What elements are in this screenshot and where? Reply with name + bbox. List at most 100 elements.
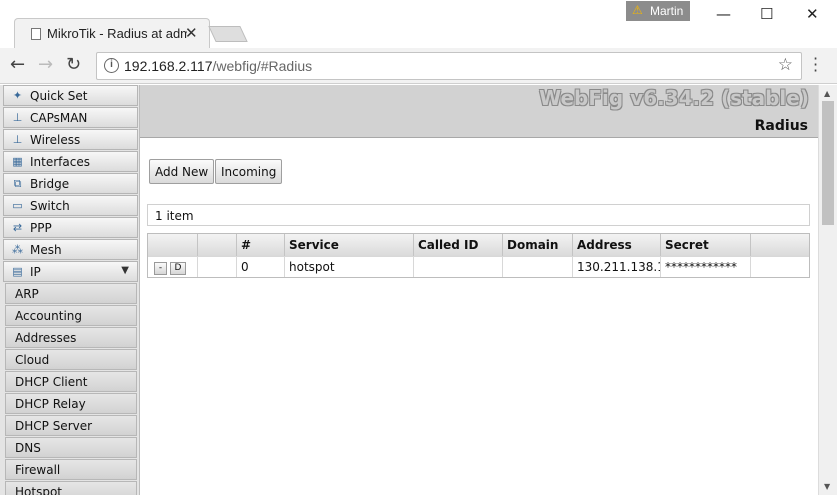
bridge-icon: ⧉ (13, 177, 22, 190)
profile-name: Martin (650, 4, 684, 18)
table-header-domain[interactable]: Domain (503, 234, 573, 256)
sidebar-item-switch[interactable]: ▭ Switch (3, 195, 138, 216)
ppp-icon: ⇄ (12, 221, 23, 234)
profile-button[interactable]: ⚠ Martin (626, 1, 690, 21)
submenu-item-label: Addresses (15, 331, 77, 345)
interfaces-icon: ▦ (12, 155, 23, 168)
close-tab-icon[interactable]: ✕ (185, 24, 198, 42)
submenu-item-label: DNS (15, 441, 41, 455)
antenna-icon: ⊥ (12, 133, 23, 146)
sidebar-item-label: Quick Set (30, 89, 88, 103)
table-header-called-id[interactable]: Called ID (414, 234, 503, 256)
switch-icon: ▭ (12, 199, 23, 212)
sidebar-item-wireless[interactable]: ⊥ Wireless (3, 129, 138, 150)
sidebar-item-bridge[interactable]: ⧉ Bridge (3, 173, 138, 194)
warning-icon: ⚠ (632, 3, 643, 17)
submenu-item-addresses[interactable]: Addresses (5, 327, 137, 348)
submenu-item-hotspot[interactable]: Hotspot (5, 481, 137, 495)
submenu-item-label: Firewall (15, 463, 61, 477)
add-new-button[interactable]: Add New (149, 159, 215, 184)
table-cell-service[interactable]: hotspot (285, 256, 414, 277)
scroll-down-icon[interactable]: ▼ (824, 482, 830, 491)
submenu-item-dns[interactable]: DNS (5, 437, 137, 458)
submenu-item-arp[interactable]: ARP (5, 283, 137, 304)
table-header-flags (198, 234, 237, 256)
mesh-icon: ⁂ (12, 243, 23, 256)
reload-icon[interactable]: ↻ (66, 54, 81, 75)
sidebar-item-label: Bridge (30, 177, 70, 191)
minimize-button[interactable]: — (716, 5, 731, 23)
browser-tab[interactable]: MikroTik - Radius at admin@ ✕ (14, 18, 210, 48)
incoming-button[interactable]: Incoming (215, 159, 283, 184)
back-arrow-icon[interactable]: ← (10, 54, 25, 75)
table-cell-address[interactable]: 130.211.138.16 (573, 256, 661, 277)
table-header-actions (148, 234, 198, 256)
submenu-item-dhcp-client[interactable]: DHCP Client (5, 371, 137, 392)
table-cell-flags[interactable] (198, 256, 237, 277)
item-count: 1 item (147, 204, 810, 226)
sidebar-item-label: Wireless (30, 133, 81, 147)
page-scrollbar[interactable]: ▲ ▼ (818, 85, 837, 495)
remove-row-button[interactable]: - (154, 262, 167, 275)
sidebar-item-ppp[interactable]: ⇄ PPP (3, 217, 138, 238)
sidebar-item-label: CAPsMAN (30, 111, 88, 125)
table-cell-secret[interactable]: ************ (661, 256, 751, 277)
ip-icon: ▤ (12, 265, 23, 278)
submenu-item-firewall[interactable]: Firewall (5, 459, 137, 480)
table-cell-domain[interactable] (503, 256, 573, 277)
browser-menu-icon[interactable]: · · · (813, 51, 818, 79)
sidebar-item-label: Mesh (30, 243, 62, 257)
submenu-item-label: DHCP Client (15, 375, 88, 389)
sidebar: ✦ Quick Set ⊥ CAPsMAN ⊥ Wireless ▦ Inter… (0, 85, 140, 495)
webfig-page: ✦ Quick Set ⊥ CAPsMAN ⊥ Wireless ▦ Inter… (0, 85, 837, 495)
table-cell-number[interactable]: 0 (237, 256, 285, 277)
main-content: WebFig v6.34.2 (stable) Radius Add New I… (140, 85, 818, 495)
sidebar-item-ip[interactable]: ▤ IP ▼ (3, 261, 138, 282)
submenu-item-dhcp-relay[interactable]: DHCP Relay (5, 393, 137, 414)
page-header: WebFig v6.34.2 (stable) Radius (140, 85, 818, 138)
sidebar-item-interfaces[interactable]: ▦ Interfaces (3, 151, 138, 172)
sidebar-item-label: PPP (30, 221, 52, 235)
browser-toolbar: ← → ↻ i 192.168.2.117/webfig/#Radius ☆ ·… (0, 48, 837, 84)
submenu-item-label: Accounting (15, 309, 83, 323)
sidebar-item-capsman[interactable]: ⊥ CAPsMAN (3, 107, 138, 128)
close-window-button[interactable]: ✕ (806, 5, 819, 23)
tab-title: MikroTik - Radius at admin@ (47, 26, 187, 41)
info-icon[interactable]: i (104, 58, 119, 73)
url-path: /webfig/#Radius (212, 58, 313, 74)
table-header-number[interactable]: # (237, 234, 285, 256)
page-title: Radius (754, 118, 808, 134)
url-host: 192.168.2.117 (124, 58, 213, 74)
disable-row-button[interactable]: D (170, 262, 186, 275)
table-cell-spacer (751, 256, 809, 277)
browser-titlebar: MikroTik - Radius at admin@ ✕ ⚠ Martin —… (0, 0, 837, 48)
sidebar-item-quick-set[interactable]: ✦ Quick Set (3, 85, 138, 106)
wand-icon: ✦ (12, 89, 23, 102)
page-icon (31, 28, 41, 40)
new-tab-button[interactable] (208, 26, 248, 42)
submenu-item-accounting[interactable]: Accounting (5, 305, 137, 326)
forward-arrow-icon[interactable]: → (38, 54, 53, 75)
submenu-item-label: Cloud (15, 353, 50, 367)
submenu-item-label: Hotspot (15, 485, 62, 495)
table-header-spacer (751, 234, 809, 256)
submenu-item-cloud[interactable]: Cloud (5, 349, 137, 370)
scroll-thumb[interactable] (822, 101, 834, 225)
submenu-item-label: DHCP Relay (15, 397, 86, 411)
sidebar-item-label: Interfaces (30, 155, 90, 169)
table-header-service[interactable]: Service (285, 234, 414, 256)
maximize-button[interactable]: ☐ (760, 5, 773, 23)
bookmark-star-icon[interactable]: ☆ (778, 55, 793, 75)
url-text: 192.168.2.117/webfig/#Radius (124, 58, 312, 74)
chevron-down-icon: ▼ (121, 265, 129, 276)
scroll-up-icon[interactable]: ▲ (824, 89, 830, 98)
radius-table: # Service Called ID Domain Address Secre… (147, 233, 810, 278)
submenu-item-label: ARP (15, 287, 39, 301)
sidebar-item-label: IP (30, 265, 41, 279)
table-header-secret[interactable]: Secret (661, 234, 751, 256)
table-cell-called-id[interactable] (414, 256, 503, 277)
submenu-item-dhcp-server[interactable]: DHCP Server (5, 415, 137, 436)
sidebar-item-mesh[interactable]: ⁂ Mesh (3, 239, 138, 260)
table-header-address[interactable]: Address (573, 234, 661, 256)
address-bar[interactable]: i 192.168.2.117/webfig/#Radius ☆ (96, 52, 802, 80)
